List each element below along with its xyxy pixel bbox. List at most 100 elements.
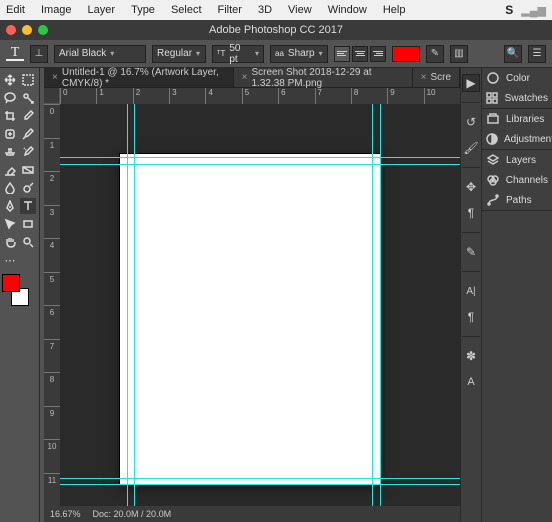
document-tab[interactable]: × Scre — [413, 68, 460, 87]
horizontal-ruler[interactable]: 012345678910 — [60, 88, 460, 104]
brush-tool[interactable] — [20, 126, 36, 142]
eraser-tool[interactable] — [2, 162, 18, 178]
font-style-select[interactable]: Regular ▾ — [152, 45, 206, 63]
menu-image[interactable]: Image — [41, 4, 72, 16]
font-size-select[interactable]: ᵀT 50 pt ▾ — [212, 45, 264, 63]
dodge-tool[interactable] — [20, 180, 36, 196]
font-family-select[interactable]: Arial Black ▾ — [54, 45, 146, 63]
brush-settings-icon[interactable]: ✎ — [462, 243, 480, 261]
play-icon[interactable]: ▶ — [462, 74, 480, 92]
menu-filter[interactable]: Filter — [218, 4, 242, 16]
document-tab-label: Scre — [430, 72, 451, 83]
clone-stamp-tool[interactable] — [2, 144, 18, 160]
edit-toolbar-button[interactable]: ⋯ — [2, 252, 18, 268]
ruler-tick: 5 — [44, 272, 60, 306]
ruler-tick: 10 — [424, 88, 460, 104]
horizontal-guide[interactable] — [60, 157, 460, 158]
horizontal-guide[interactable] — [60, 478, 460, 479]
ruler-tick: 7 — [44, 339, 60, 373]
document-tab[interactable]: × Screen Shot 2018-12-29 at 1.32.38 PM.p… — [234, 68, 413, 87]
antialias-value: Sharp — [288, 48, 315, 59]
menu-3d[interactable]: 3D — [258, 4, 272, 16]
color-panel-tab[interactable]: Color — [482, 68, 552, 88]
zoom-tool[interactable] — [20, 234, 36, 250]
pen-tool[interactable] — [2, 198, 18, 214]
paragraph-icon[interactable]: ¶ — [462, 308, 480, 326]
font-family-value: Arial Black — [59, 48, 106, 59]
libraries-panel-tab[interactable]: Libraries — [482, 109, 552, 129]
hand-tool[interactable] — [2, 234, 18, 250]
move-tool[interactable] — [2, 72, 18, 88]
foreground-color-swatch[interactable] — [2, 274, 20, 292]
skype-icon[interactable]: S — [505, 3, 513, 17]
warp-text-button[interactable]: ✎ — [426, 45, 444, 63]
vertical-ruler[interactable]: 01234567891011 — [44, 104, 60, 506]
wifi-icon[interactable]: ▂▄▆ — [521, 4, 546, 17]
blur-tool[interactable] — [2, 180, 18, 196]
adjustments-panel-tab[interactable]: Adjustment... — [482, 129, 552, 149]
quick-select-tool[interactable] — [20, 90, 36, 106]
horizontal-guide[interactable] — [60, 164, 460, 165]
fg-bg-color[interactable] — [2, 274, 37, 306]
close-tab-icon[interactable]: × — [52, 72, 58, 83]
menu-view[interactable]: View — [288, 4, 312, 16]
brush-preset-icon[interactable]: 🖌 — [462, 139, 480, 157]
swatches-panel-tab[interactable]: Swatches — [482, 88, 552, 108]
lasso-tool[interactable] — [2, 90, 18, 106]
channels-panel-tab[interactable]: Channels — [482, 170, 552, 190]
text-align-group — [334, 46, 386, 62]
ruler-tick: 9 — [387, 88, 423, 104]
path-select-tool[interactable] — [2, 216, 18, 232]
app-titlebar: Adobe Photoshop CC 2017 — [0, 20, 552, 40]
right-icon-dock: ▶ ↺ 🖌 ✥ ¶ ✎ A| ¶ ✽ A — [460, 68, 482, 522]
search-button[interactable]: 🔍 — [504, 45, 522, 63]
clone-source-icon[interactable]: ✥ — [462, 178, 480, 196]
horizontal-guide[interactable] — [60, 484, 460, 485]
crop-tool[interactable] — [2, 108, 18, 124]
menu-help[interactable]: Help — [383, 4, 406, 16]
text-color-swatch[interactable] — [392, 46, 420, 62]
channels-icon — [486, 173, 500, 187]
workspace-switcher[interactable]: ☰ — [528, 45, 546, 63]
healing-brush-tool[interactable] — [2, 126, 18, 142]
paragraph-styles-icon[interactable]: ¶ — [462, 204, 480, 222]
ruler-tick: 10 — [44, 439, 60, 473]
paths-panel-tab[interactable]: Paths — [482, 190, 552, 210]
gradient-tool[interactable] — [20, 162, 36, 178]
document-tab[interactable]: × Untitled-1 @ 16.7% (Artwork Layer, CMY… — [44, 68, 234, 87]
menu-select[interactable]: Select — [171, 4, 202, 16]
rectangle-shape-tool[interactable] — [20, 216, 36, 232]
panel-label: Paths — [506, 195, 532, 206]
glyphs-icon[interactable]: ✽ — [462, 347, 480, 365]
panel-label: Layers — [506, 155, 536, 166]
ruler-origin[interactable] — [44, 88, 60, 104]
ruler-tick: 3 — [44, 205, 60, 239]
type-tool[interactable] — [20, 198, 36, 214]
toggle-panels-button[interactable]: ▥ — [450, 45, 468, 63]
ruler-tick: 6 — [278, 88, 314, 104]
close-tab-icon[interactable]: × — [421, 72, 427, 83]
character-icon[interactable]: A| — [462, 282, 480, 300]
zoom-level[interactable]: 16.67% — [50, 509, 81, 519]
close-tab-icon[interactable]: × — [242, 72, 248, 83]
layers-panel-tab[interactable]: Layers — [482, 150, 552, 170]
align-center-button[interactable] — [352, 46, 368, 62]
align-left-button[interactable] — [334, 46, 350, 62]
menu-type[interactable]: Type — [131, 4, 155, 16]
character-styles-icon[interactable]: A — [462, 373, 480, 391]
eyedropper-tool[interactable] — [20, 108, 36, 124]
document-canvas[interactable] — [120, 154, 380, 484]
menu-window[interactable]: Window — [328, 4, 367, 16]
menu-edit[interactable]: Edit — [6, 4, 25, 16]
menu-layer[interactable]: Layer — [88, 4, 116, 16]
history-brush-tool[interactable] — [20, 144, 36, 160]
history-icon[interactable]: ↺ — [462, 113, 480, 131]
rect-marquee-tool[interactable] — [20, 72, 36, 88]
right-panel-dock: Color Swatches Libraries Adjustment... L… — [482, 68, 552, 522]
align-right-button[interactable] — [370, 46, 386, 62]
canvas-viewport[interactable] — [60, 104, 460, 506]
text-orientation-toggle[interactable]: ⊥ — [30, 45, 48, 63]
ruler-tick: 2 — [133, 88, 169, 104]
antialias-select[interactable]: aa Sharp ▾ — [270, 45, 328, 63]
document-info[interactable]: Doc: 20.0M / 20.0M — [93, 509, 172, 519]
